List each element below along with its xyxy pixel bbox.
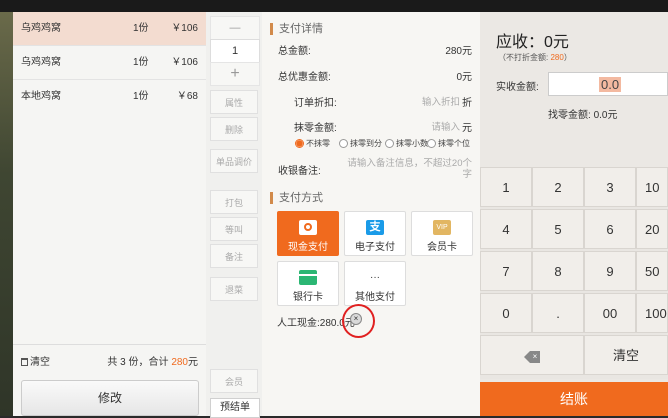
alipay-icon: 支 (366, 220, 384, 235)
bank-card-icon (299, 270, 317, 285)
cashier-remark-input[interactable]: 请输入备注信息，不超过20个 字 (344, 158, 472, 180)
key-50-yuan[interactable]: 50元 (636, 251, 668, 319)
settlement-panel: 应收：0元 （不打折金额: 280） 实收金额: 0.0 找零金额: 0.0元 … (480, 12, 668, 416)
order-discount-input[interactable]: 输入折扣 (422, 94, 460, 108)
cash-payment-button[interactable]: 现金支付 (277, 211, 339, 256)
e-payment-button[interactable]: 支 电子支付 (344, 211, 406, 256)
key-9[interactable]: 9 (584, 251, 636, 291)
rounding-unit: 元 (462, 123, 472, 134)
order-item-name: 乌鸡鸡窝 (21, 57, 61, 68)
more-icon: ··· (370, 272, 380, 283)
key-7[interactable]: 7 (480, 251, 532, 291)
change-amount: 找零金额: 0.0元 (548, 110, 618, 121)
key-6[interactable]: 6 (584, 209, 636, 249)
delete-button[interactable]: 删除 (210, 117, 258, 141)
radio-checked-icon (295, 139, 304, 149)
other-payment-button[interactable]: ··· 其他支付 (344, 261, 406, 306)
order-item-qty: 1份 (133, 23, 149, 34)
rounding-option-none[interactable]: 不抹零 (295, 138, 330, 149)
total-discount-value: 0元 (456, 72, 472, 83)
increase-qty-button[interactable]: + (210, 62, 260, 86)
total-amount-label: 总金额: (278, 46, 311, 57)
order-summary: 清空 共 3 份，合计 280元 (13, 344, 206, 373)
order-item[interactable]: 本地鸡窝 1份 ￥68 (13, 80, 206, 114)
background-strip (0, 12, 13, 416)
payment-details-title: 支付详情 (270, 23, 323, 35)
bank-card-button[interactable]: 银行卡 (277, 261, 339, 306)
member-card-button[interactable]: VIP 会员卡 (411, 211, 473, 256)
key-3[interactable]: 3 (584, 167, 636, 207)
order-item-price: ￥106 (171, 23, 198, 34)
order-list-panel: 乌鸡鸡窝 1份 ￥106 乌鸡鸡窝 1份 ￥106 本地鸡窝 1份 ￥68 清空… (13, 12, 206, 416)
pack-button[interactable]: 打包 (210, 190, 258, 214)
key-5[interactable]: 5 (532, 209, 584, 249)
pre-settlement-button[interactable]: 预结单 (210, 398, 260, 418)
decrease-qty-button[interactable]: — (210, 16, 260, 40)
total-discount-label: 总优惠金额: (278, 72, 331, 83)
order-item-price: ￥68 (176, 91, 198, 102)
order-item-qty: 1份 (133, 91, 149, 102)
key-20-yuan[interactable]: 20元 (636, 209, 668, 277)
key-2[interactable]: 2 (532, 167, 584, 207)
real-amount-value: 0.0 (599, 77, 622, 92)
trash-icon (21, 358, 28, 366)
total-amount-value: 280元 (445, 46, 472, 57)
cashier-remark-label: 收银备注: (278, 166, 321, 177)
rounding-option-unit[interactable]: 抹零个位 (427, 138, 470, 149)
item-actions-column: — 1 + 属性 删除 单品调价 打包 等叫 备注 退菜 会员 预结单 (206, 12, 262, 418)
real-amount-input[interactable]: 0.0 (548, 72, 668, 96)
return-dish-button[interactable]: 退菜 (210, 277, 258, 301)
modify-button[interactable]: 修改 (21, 380, 199, 416)
clear-order-button[interactable]: 清空 (21, 353, 50, 368)
order-total: 共 3 份，合计 280元 (107, 357, 198, 368)
order-item-name: 乌鸡鸡窝 (21, 23, 61, 34)
key-dot[interactable]: . (532, 293, 584, 333)
order-item-qty: 1份 (133, 57, 149, 68)
attribute-button[interactable]: 属性 (210, 90, 258, 114)
key-100-yuan[interactable]: 100元 (636, 293, 668, 361)
receivable-amount: 应收：0元 (496, 34, 569, 51)
adjust-price-button[interactable]: 单品调价 (210, 149, 258, 173)
status-bar (0, 0, 668, 12)
cash-icon (299, 220, 317, 235)
backspace-button[interactable]: × (480, 335, 584, 375)
radio-icon (385, 139, 394, 149)
key-4[interactable]: 4 (480, 209, 532, 249)
key-8[interactable]: 8 (532, 251, 584, 291)
radio-icon (427, 139, 436, 149)
order-discount-unit: 折 (462, 98, 472, 109)
key-00[interactable]: 00 (584, 293, 636, 333)
payment-details-panel: 支付详情 总金额: 280元 总优惠金额: 0元 订单折扣: 输入折扣 折 抹零… (262, 12, 480, 416)
clear-amount-button[interactable]: 清空 (584, 335, 668, 375)
annotation-circle (342, 304, 375, 338)
order-item[interactable]: 乌鸡鸡窝 1份 ￥106 (13, 12, 206, 46)
rounding-option-cent[interactable]: 抹零到分 (339, 138, 382, 149)
radio-icon (339, 139, 348, 149)
order-discount-label: 订单折扣: (294, 98, 337, 109)
rounding-label: 抹零金额: (294, 123, 337, 134)
member-button[interactable]: 会员 (210, 369, 258, 393)
vip-card-icon: VIP (433, 220, 451, 235)
real-amount-label: 实收金额: (496, 82, 539, 93)
order-item-name: 本地鸡窝 (21, 91, 61, 102)
checkout-button[interactable]: 结账 (480, 382, 668, 416)
payment-method-title: 支付方式 (270, 192, 323, 204)
quantity-field[interactable]: 1 (210, 39, 260, 63)
remark-button[interactable]: 备注 (210, 244, 258, 268)
numeric-keypad: 1 2 3 10元 4 5 6 20元 7 8 9 50元 0 . 00 100… (480, 167, 668, 379)
rounding-option-decimal[interactable]: 抹零小数 (385, 138, 428, 149)
undiscounted-note: （不打折金额: 280） (498, 53, 572, 62)
key-1[interactable]: 1 (480, 167, 532, 207)
key-10-yuan[interactable]: 10元 (636, 167, 668, 235)
order-item-price: ￥106 (171, 57, 198, 68)
wait-call-button[interactable]: 等叫 (210, 217, 258, 241)
order-item[interactable]: 乌鸡鸡窝 1份 ￥106 (13, 46, 206, 80)
key-0[interactable]: 0 (480, 293, 532, 333)
rounding-input[interactable]: 请输入 (431, 119, 460, 133)
